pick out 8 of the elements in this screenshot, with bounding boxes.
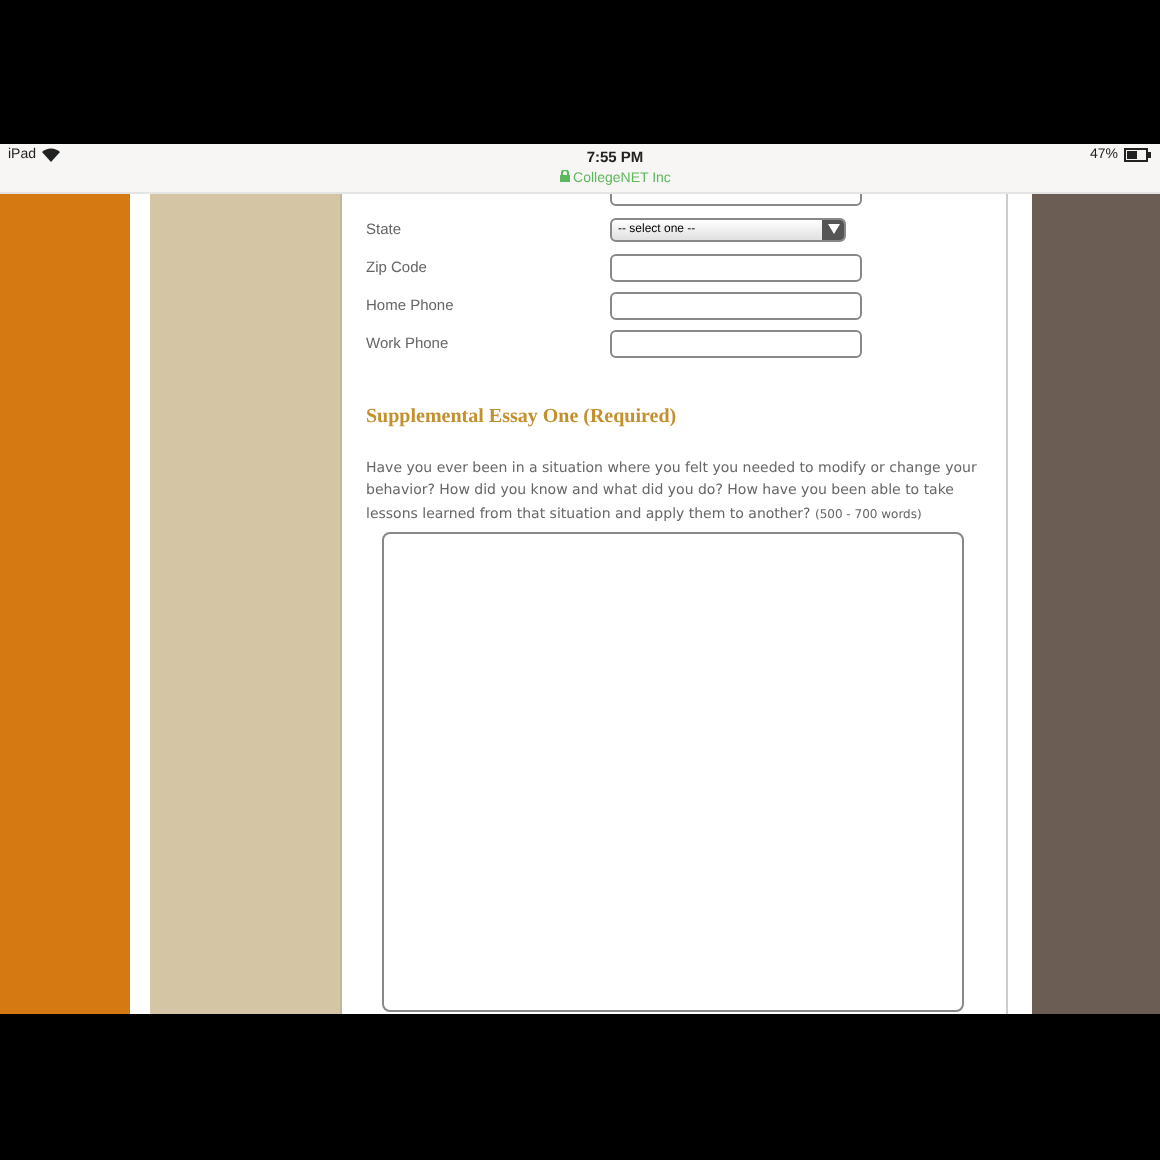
input-field[interactable]: [610, 291, 862, 320]
input-field[interactable]: [610, 253, 862, 282]
input-field[interactable]: [610, 329, 862, 358]
caret-icon: [822, 219, 844, 240]
battery-icon: [1124, 147, 1152, 162]
section-title: Supplemental Essay One (Required): [366, 405, 679, 428]
lock-icon: [559, 169, 570, 182]
wifi-icon: [42, 147, 61, 162]
